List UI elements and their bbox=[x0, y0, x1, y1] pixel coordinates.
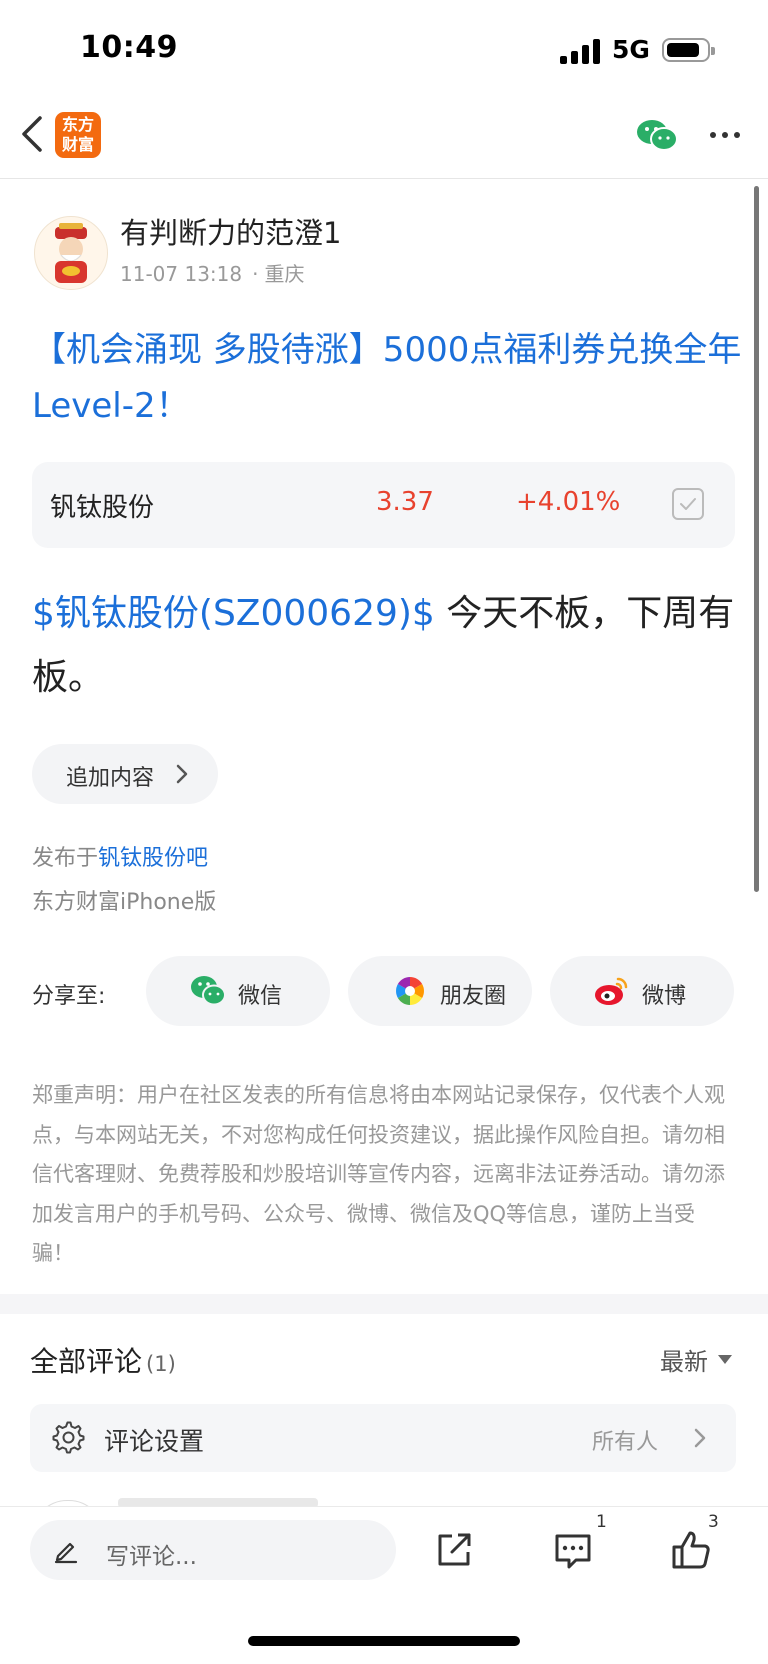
share-wechat-label: 微信 bbox=[238, 984, 283, 1009]
wechat-icon bbox=[637, 120, 678, 151]
share-wechat-button[interactable]: 微信 bbox=[146, 956, 330, 1026]
stock-bar-link[interactable]: 钒钛股份吧 bbox=[98, 846, 208, 871]
comment-bubble-icon bbox=[555, 1534, 591, 1569]
more-icon bbox=[710, 132, 740, 138]
post-location: 重庆 bbox=[264, 262, 305, 286]
check-icon bbox=[680, 498, 696, 510]
nav-divider bbox=[0, 178, 768, 179]
caret-down-icon bbox=[718, 1355, 732, 1364]
append-content-label: 追加内容 bbox=[66, 766, 155, 791]
sort-dropdown[interactable]: 最新 bbox=[660, 1342, 708, 1377]
post-meta: 11-07 13:18 · 重庆 bbox=[120, 258, 304, 287]
comment-settings-row[interactable]: 评论设置 所有人 bbox=[30, 1404, 736, 1472]
signal-icon bbox=[560, 38, 602, 64]
pencil-icon bbox=[54, 1542, 78, 1564]
comment-placeholder: 写评论... bbox=[106, 1544, 197, 1570]
share-weibo-button[interactable]: 微博 bbox=[550, 956, 734, 1026]
wechat-icon bbox=[191, 976, 226, 1006]
comments-button[interactable] bbox=[552, 1530, 594, 1572]
client-label: 东方财富iPhone版 bbox=[32, 890, 217, 915]
gear-icon bbox=[52, 1421, 85, 1454]
meta-separator: · bbox=[252, 262, 259, 286]
author-name[interactable]: 有判断力的范澄1 bbox=[120, 210, 341, 252]
share-moments-button[interactable]: 朋友圈 bbox=[348, 956, 532, 1026]
chevron-right-icon bbox=[176, 764, 188, 784]
share-out-icon bbox=[438, 1533, 471, 1566]
share-weibo-label: 微博 bbox=[642, 984, 687, 1009]
comment-settings-label: 评论设置 bbox=[104, 1427, 205, 1456]
add-watchlist-button[interactable] bbox=[672, 488, 704, 520]
post-date: 11-07 13:18 bbox=[120, 262, 243, 286]
comment-input[interactable]: 写评论... bbox=[30, 1520, 396, 1580]
like-button[interactable] bbox=[670, 1528, 712, 1572]
home-indicator[interactable] bbox=[248, 1636, 520, 1646]
author-avatar[interactable] bbox=[34, 216, 108, 290]
caishen-avatar-icon bbox=[55, 223, 87, 283]
share-label: 分享至: bbox=[32, 984, 106, 1009]
share-moments-label: 朋友圈 bbox=[440, 984, 507, 1009]
app-logo: 东方 财富 bbox=[55, 112, 101, 158]
more-button[interactable] bbox=[708, 122, 742, 148]
wechat-share-button[interactable] bbox=[636, 118, 678, 152]
comments-title: 全部评论 (1) bbox=[30, 1340, 176, 1380]
stock-name: 钒钛股份 bbox=[50, 493, 155, 523]
network-label: 5G bbox=[612, 35, 650, 64]
status-time: 10:49 bbox=[80, 30, 178, 65]
weibo-icon bbox=[595, 977, 628, 1005]
like-count-badge: 3 bbox=[708, 1512, 719, 1532]
published-in: 发布于钒钛股份吧 bbox=[32, 840, 208, 872]
post-body: $钒钛股份(SZ000629)$ 今天不板，下周有板。 bbox=[32, 582, 744, 710]
back-button[interactable] bbox=[14, 112, 54, 156]
chevron-left-icon bbox=[22, 116, 42, 152]
comments-title-label: 全部评论 bbox=[30, 1345, 143, 1378]
append-content-button[interactable]: 追加内容 bbox=[32, 744, 218, 804]
moments-icon bbox=[396, 977, 424, 1005]
chevron-right-icon bbox=[694, 1428, 706, 1448]
disclaimer-text: 郑重声明：用户在社区发表的所有信息将由本网站记录保存，仅代表个人观点，与本网站无… bbox=[32, 1083, 725, 1265]
battery-icon bbox=[662, 38, 715, 62]
scrollbar[interactable] bbox=[754, 186, 759, 892]
comments-count: (1) bbox=[146, 1352, 176, 1376]
thumbs-up-icon bbox=[672, 1531, 710, 1569]
published-prefix: 发布于 bbox=[32, 846, 99, 871]
stock-card[interactable]: 钒钛股份 3.37 +4.01% bbox=[32, 462, 735, 548]
comment-settings-value: 所有人 bbox=[592, 1430, 659, 1455]
stock-change: +4.01% bbox=[516, 487, 621, 517]
stock-price: 3.37 bbox=[376, 487, 434, 517]
logo-line2: 财富 bbox=[61, 135, 94, 154]
stock-tag-link[interactable]: $钒钛股份(SZ000629)$ bbox=[32, 593, 435, 634]
share-button[interactable] bbox=[434, 1530, 474, 1570]
comment-count-badge: 1 bbox=[596, 1512, 607, 1532]
logo-line1: 东方 bbox=[61, 115, 94, 134]
post-title[interactable]: 【机会涌现 多股待涨】5000点福利券兑换全年Level-2！ bbox=[32, 322, 742, 434]
section-divider bbox=[0, 1294, 768, 1314]
